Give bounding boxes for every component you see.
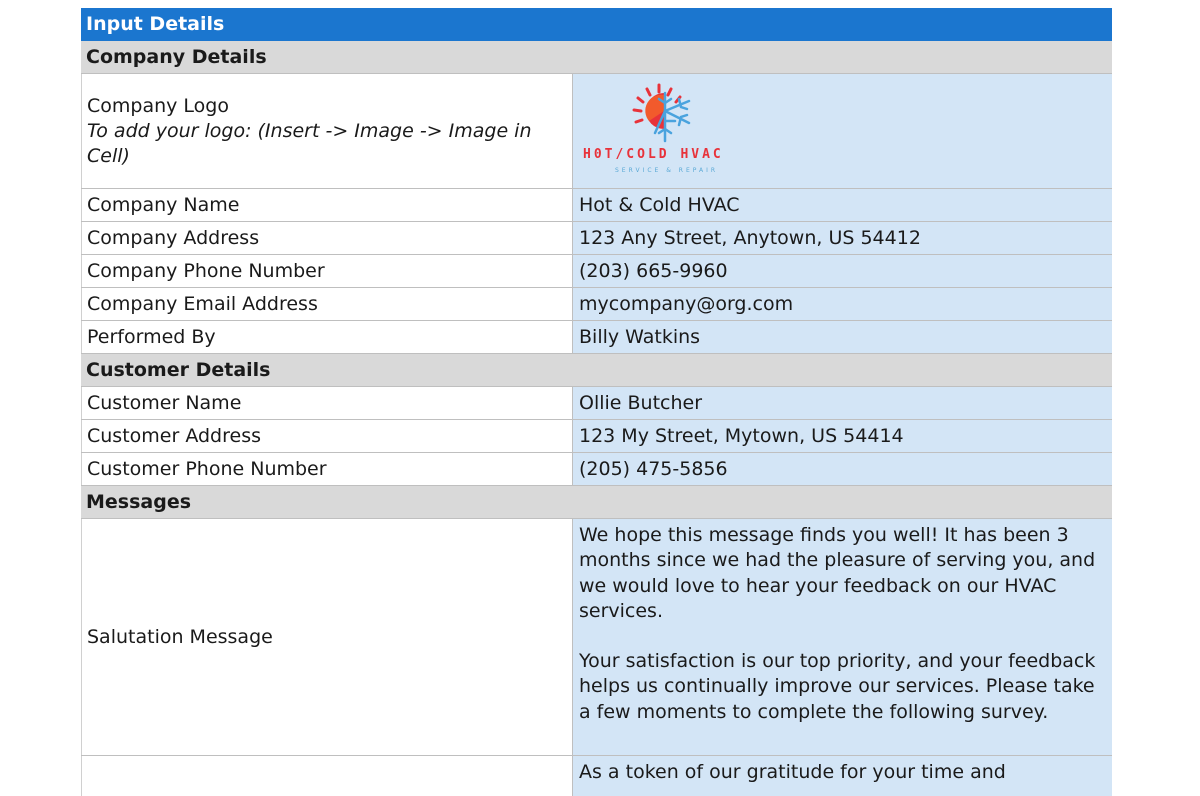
customer-name-value[interactable]: Ollie Butcher xyxy=(573,387,1112,419)
input-details-sheet: Input Details Company Details Company Lo… xyxy=(81,8,1112,796)
company-logo-row: Company Logo To add your logo: (Insert -… xyxy=(81,74,1112,189)
salutation-paragraph-2: Your satisfaction is our top priority, a… xyxy=(579,650,1096,723)
company-email-row: Company Email Address mycompany@org.com xyxy=(81,288,1112,321)
closing-message-value[interactable]: As a token of our gratitude for your tim… xyxy=(573,756,1112,796)
customer-address-value[interactable]: 123 My Street, Mytown, US 54414 xyxy=(573,420,1112,452)
performed-by-row: Performed By Billy Watkins xyxy=(81,321,1112,354)
closing-message-row: As a token of our gratitude for your tim… xyxy=(81,756,1112,796)
company-logo-cell[interactable]: H0T/COLD HVAC SERVICE & REPAIR xyxy=(573,74,1112,188)
performed-by-label[interactable]: Performed By xyxy=(81,321,573,353)
salutation-paragraph-1: We hope this message finds you well! It … xyxy=(579,524,1096,622)
salutation-message-row: Salutation Message We hope this message … xyxy=(81,519,1112,756)
company-address-row: Company Address 123 Any Street, Anytown,… xyxy=(81,222,1112,255)
customer-details-section: Customer Details xyxy=(81,354,1112,387)
company-name-row: Company Name Hot & Cold HVAC xyxy=(81,189,1112,222)
closing-message-label[interactable] xyxy=(81,756,573,796)
company-phone-row: Company Phone Number (203) 665-9960 xyxy=(81,255,1112,288)
messages-section: Messages xyxy=(81,486,1112,519)
customer-name-label[interactable]: Customer Name xyxy=(81,387,573,419)
customer-address-label[interactable]: Customer Address xyxy=(81,420,573,452)
company-address-label[interactable]: Company Address xyxy=(81,222,573,254)
company-logo-label-cell[interactable]: Company Logo To add your logo: (Insert -… xyxy=(81,74,573,188)
company-logo: H0T/COLD HVAC SERVICE & REPAIR xyxy=(579,81,759,181)
company-details-section: Company Details xyxy=(81,41,1112,74)
company-phone-value[interactable]: (203) 665-9960 xyxy=(573,255,1112,287)
company-logo-subtext: SERVICE & REPAIR xyxy=(615,167,719,174)
customer-phone-value[interactable]: (205) 475-5856 xyxy=(573,453,1112,485)
company-email-value[interactable]: mycompany@org.com xyxy=(573,288,1112,320)
company-logo-text: H0T/COLD HVAC xyxy=(583,147,724,162)
company-logo-label: Company Logo xyxy=(87,94,229,117)
customer-phone-label[interactable]: Customer Phone Number xyxy=(81,453,573,485)
customer-phone-row: Customer Phone Number (205) 475-5856 xyxy=(81,453,1112,486)
company-email-label[interactable]: Company Email Address xyxy=(81,288,573,320)
salutation-message-label[interactable]: Salutation Message xyxy=(81,519,573,755)
customer-address-row: Customer Address 123 My Street, Mytown, … xyxy=(81,420,1112,453)
sun-snowflake-icon xyxy=(632,83,691,143)
performed-by-value[interactable]: Billy Watkins xyxy=(573,321,1112,353)
company-name-value[interactable]: Hot & Cold HVAC xyxy=(573,189,1112,221)
company-phone-label[interactable]: Company Phone Number xyxy=(81,255,573,287)
company-address-value[interactable]: 123 Any Street, Anytown, US 54412 xyxy=(573,222,1112,254)
input-details-header: Input Details xyxy=(81,8,1112,41)
customer-name-row: Customer Name Ollie Butcher xyxy=(81,387,1112,420)
salutation-message-value[interactable]: We hope this message finds you well! It … xyxy=(573,519,1112,755)
company-name-label[interactable]: Company Name xyxy=(81,189,573,221)
company-logo-hint: To add your logo: (Insert -> Image -> Im… xyxy=(87,119,532,167)
